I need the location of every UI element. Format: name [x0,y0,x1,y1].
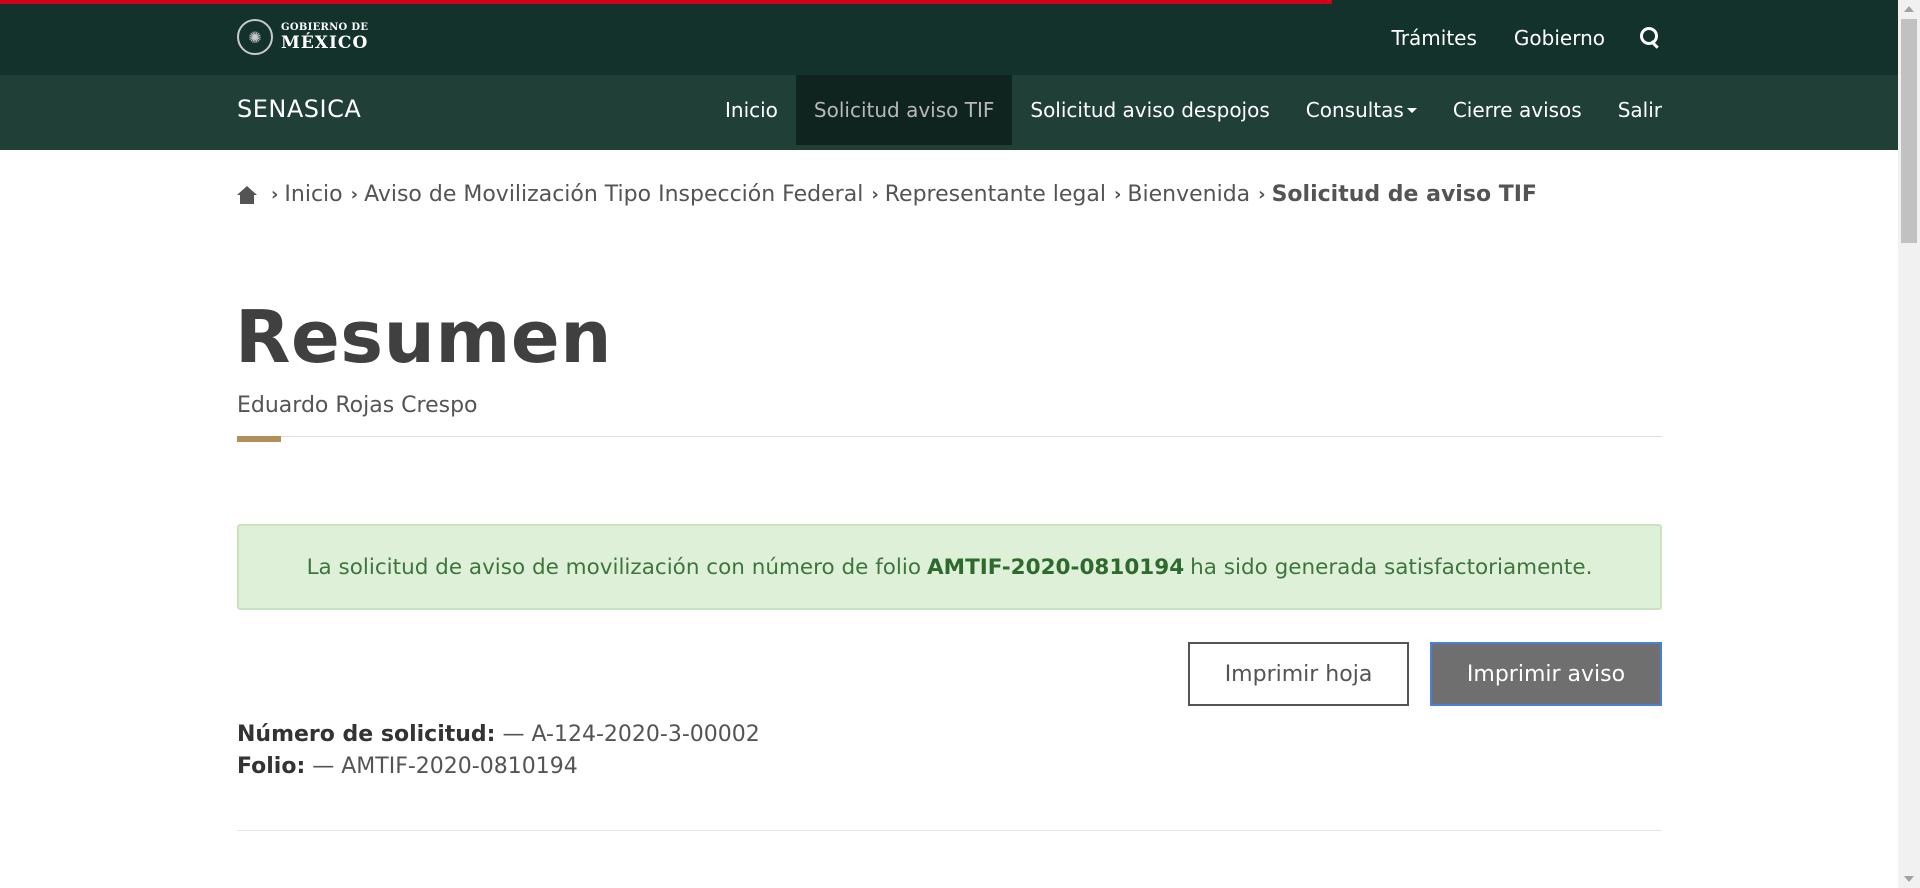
caret-down-icon [1406,107,1417,113]
coat-of-arms-icon: ✺ [237,19,273,55]
scrollbar-thumb[interactable] [1901,19,1917,243]
loading-progress-bar [0,0,1333,4]
chevron-right-icon: › [1258,184,1266,205]
request-number-row: Número de solicitud: — A-124-2020-3-0000… [237,722,760,747]
government-header: ✺ GOBIERNO DE MÉXICO Trámites Gobierno [0,0,1898,75]
folio-label: Folio: [237,754,306,779]
page-title: Resumen [235,295,612,379]
folio-value: — AMTIF-2020-0810194 [312,754,578,779]
logo-line-1: GOBIERNO DE [281,21,369,33]
folio-row: Folio: — AMTIF-2020-0810194 [237,754,578,779]
logo-line-2: MÉXICO [281,32,369,53]
chevron-right-icon: › [350,184,359,205]
breadcrumb-bienvenida[interactable]: Bienvenida [1127,182,1250,207]
request-number-value: — A-124-2020-3-00002 [502,722,760,747]
nav-item-consultas-label: Consultas [1305,98,1404,122]
request-number-label: Número de solicitud: [237,722,496,747]
chevron-right-icon: › [1113,184,1122,205]
brand-name[interactable]: SENASICA [237,95,361,123]
breadcrumb-aviso-movilizacion[interactable]: Aviso de Movilización Tipo Inspección Fe… [364,182,863,207]
breadcrumb-current: Solicitud de aviso TIF [1271,182,1537,207]
breadcrumb: › Inicio › Aviso de Movilización Tipo Insp… [237,182,1537,207]
chevron-right-icon: › [871,184,879,205]
nav-item-cierre-avisos[interactable]: Cierre avisos [1435,75,1600,145]
nav-item-consultas[interactable]: Consultas [1288,75,1435,145]
scroll-down-arrow-icon[interactable] [1904,876,1914,882]
title-divider [237,436,1662,437]
alert-text-suffix: ha sido generada satisfactoriamente. [1190,554,1593,580]
alert-text-prefix: La solicitud de aviso de movilización co… [306,554,922,580]
vertical-scrollbar[interactable] [1898,0,1920,888]
nav-item-salir[interactable]: Salir [1600,75,1662,145]
breadcrumb-inicio[interactable]: Inicio [284,182,342,207]
section-divider [237,830,1662,831]
top-link-gobierno[interactable]: Gobierno [1514,26,1605,50]
print-sheet-button[interactable]: Imprimir hoja [1188,642,1409,706]
title-accent-bar [237,436,281,442]
scroll-up-arrow-icon[interactable] [1904,6,1914,12]
top-links: Trámites Gobierno [1355,0,1662,75]
nav-menu: Inicio Solicitud aviso TIF Solicitud avi… [707,75,1662,145]
search-icon[interactable] [1638,26,1662,50]
breadcrumb-representante-legal[interactable]: Representante legal [885,182,1106,207]
home-icon[interactable] [237,185,257,204]
chevron-right-icon: › [271,184,279,205]
success-alert: La solicitud de aviso de movilización co… [237,524,1662,610]
nav-item-solicitud-aviso-tif[interactable]: Solicitud aviso TIF [795,75,1013,145]
gobierno-mexico-logo[interactable]: ✺ GOBIERNO DE MÉXICO [237,19,368,55]
nav-item-solicitud-aviso-despojos[interactable]: Solicitud aviso despojos [1012,75,1287,145]
top-link-tramites[interactable]: Trámites [1392,26,1477,50]
nav-item-inicio[interactable]: Inicio [707,75,796,145]
alert-folio: AMTIF-2020-0810194 [927,554,1185,580]
user-name: Eduardo Rojas Crespo [237,393,478,418]
main-navbar: SENASICA Inicio Solicitud aviso TIF Soli… [0,75,1898,150]
print-notice-button[interactable]: Imprimir aviso [1430,642,1662,706]
